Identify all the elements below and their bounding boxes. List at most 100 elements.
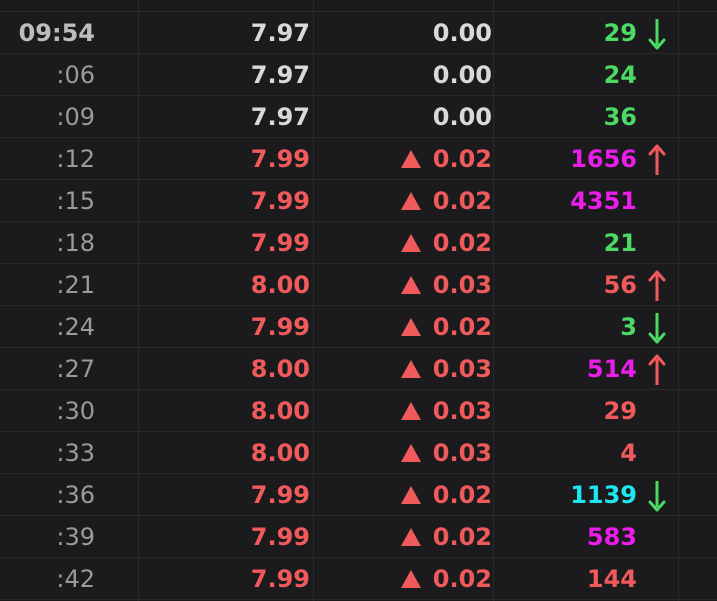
up-triangle-icon bbox=[400, 150, 421, 168]
table-row[interactable]: :24 7.99 0.02 3 bbox=[0, 306, 717, 348]
change-value: 0.02 bbox=[432, 481, 492, 509]
price-cell: 7.99 bbox=[250, 313, 310, 341]
table-row-partial bbox=[0, 0, 717, 12]
change-value: 0.02 bbox=[432, 145, 492, 173]
change-value: 0.02 bbox=[432, 313, 492, 341]
time-cell: :42 bbox=[56, 565, 95, 593]
price-cell: 7.97 bbox=[250, 61, 310, 89]
up-triangle-icon bbox=[400, 444, 421, 462]
volume-cell: 29 bbox=[603, 19, 637, 47]
price-cell: 8.00 bbox=[250, 271, 310, 299]
table-row[interactable]: :06 7.97 0.00 24 bbox=[0, 54, 717, 96]
volume-cell: 24 bbox=[603, 61, 637, 89]
volume-cell: 1656 bbox=[570, 145, 637, 173]
volume-cell: 56 bbox=[603, 271, 637, 299]
volume-cell: 3 bbox=[620, 313, 637, 341]
change-cell: 0.02 bbox=[315, 180, 492, 222]
time-cell: :30 bbox=[56, 397, 95, 425]
table-row[interactable]: :42 7.99 0.02 144 bbox=[0, 558, 717, 600]
arrow-up-icon bbox=[648, 354, 666, 385]
change-cell: 0.02 bbox=[315, 516, 492, 558]
table-row[interactable]: :36 7.99 0.02 1139 bbox=[0, 474, 717, 516]
change-value: 0.00 bbox=[432, 61, 492, 89]
price-cell: 8.00 bbox=[250, 397, 310, 425]
up-triangle-icon bbox=[400, 276, 421, 294]
time-cell: :12 bbox=[56, 145, 95, 173]
time-cell: :09 bbox=[56, 103, 95, 131]
change-value: 0.03 bbox=[432, 271, 492, 299]
price-cell: 7.99 bbox=[250, 229, 310, 257]
price-cell: 7.97 bbox=[250, 19, 310, 47]
change-value: 0.02 bbox=[432, 187, 492, 215]
table-row[interactable]: :39 7.99 0.02 583 bbox=[0, 516, 717, 558]
time-cell: :36 bbox=[56, 481, 95, 509]
time-cell: :39 bbox=[56, 523, 95, 551]
up-triangle-icon bbox=[400, 570, 421, 588]
change-value: 0.00 bbox=[432, 19, 492, 47]
change-cell: 0.00 bbox=[315, 12, 492, 54]
up-triangle-icon bbox=[400, 360, 421, 378]
arrow-down-icon bbox=[648, 481, 666, 512]
change-cell: 0.00 bbox=[315, 96, 492, 138]
volume-cell: 583 bbox=[586, 523, 637, 551]
change-value: 0.02 bbox=[432, 523, 492, 551]
table-row[interactable]: :33 8.00 0.03 4 bbox=[0, 432, 717, 474]
time-cell: :21 bbox=[56, 271, 95, 299]
volume-cell: 29 bbox=[603, 397, 637, 425]
up-triangle-icon bbox=[400, 486, 421, 504]
up-triangle-icon bbox=[400, 528, 421, 546]
change-cell: 0.00 bbox=[315, 54, 492, 96]
volume-cell: 4 bbox=[620, 439, 637, 467]
change-cell: 0.02 bbox=[315, 474, 492, 516]
price-cell: 8.00 bbox=[250, 439, 310, 467]
table-row[interactable]: :30 8.00 0.03 29 bbox=[0, 390, 717, 432]
time-cell: :24 bbox=[56, 313, 95, 341]
time-cell: :18 bbox=[56, 229, 95, 257]
table-row[interactable]: :27 8.00 0.03 514 bbox=[0, 348, 717, 390]
up-triangle-icon bbox=[400, 318, 421, 336]
table-row[interactable]: :12 7.99 0.02 1656 bbox=[0, 138, 717, 180]
time-cell: 09:54 bbox=[18, 19, 95, 47]
tick-detail-table[interactable]: 09:54 7.97 0.00 29:06 7.97 0.00 24:09 7.97 0.00 3… bbox=[0, 0, 717, 601]
table-row[interactable]: :18 7.99 0.02 21 bbox=[0, 222, 717, 264]
change-value: 0.03 bbox=[432, 355, 492, 383]
change-cell: 0.02 bbox=[315, 306, 492, 348]
volume-cell: 514 bbox=[586, 355, 637, 383]
time-cell: :27 bbox=[56, 355, 95, 383]
price-cell: 7.99 bbox=[250, 187, 310, 215]
table-row[interactable]: :09 7.97 0.00 36 bbox=[0, 96, 717, 138]
price-cell: 7.99 bbox=[250, 481, 310, 509]
price-cell: 7.99 bbox=[250, 523, 310, 551]
change-cell: 0.02 bbox=[315, 558, 492, 600]
volume-cell: 36 bbox=[603, 103, 637, 131]
volume-cell: 1139 bbox=[570, 481, 637, 509]
price-cell: 8.00 bbox=[250, 355, 310, 383]
arrow-up-icon bbox=[648, 144, 666, 175]
table-row[interactable]: :15 7.99 0.02 4351 bbox=[0, 180, 717, 222]
change-cell: 0.03 bbox=[315, 264, 492, 306]
time-cell: :33 bbox=[56, 439, 95, 467]
change-value: 0.03 bbox=[432, 397, 492, 425]
change-value: 0.02 bbox=[432, 229, 492, 257]
price-cell: 7.99 bbox=[250, 565, 310, 593]
change-cell: 0.03 bbox=[315, 432, 492, 474]
up-triangle-icon bbox=[400, 234, 421, 252]
change-value: 0.03 bbox=[432, 439, 492, 467]
change-cell: 0.03 bbox=[315, 348, 492, 390]
volume-cell: 4351 bbox=[570, 187, 637, 215]
arrow-down-icon bbox=[648, 313, 666, 344]
up-triangle-icon bbox=[400, 192, 421, 210]
price-cell: 7.99 bbox=[250, 145, 310, 173]
volume-cell: 144 bbox=[586, 565, 637, 593]
change-cell: 0.02 bbox=[315, 222, 492, 264]
up-triangle-icon bbox=[400, 402, 421, 420]
table-row[interactable]: :21 8.00 0.03 56 bbox=[0, 264, 717, 306]
arrow-up-icon bbox=[648, 270, 666, 301]
change-cell: 0.02 bbox=[315, 138, 492, 180]
table-row[interactable]: 09:54 7.97 0.00 29 bbox=[0, 12, 717, 54]
change-cell: 0.03 bbox=[315, 390, 492, 432]
change-value: 0.00 bbox=[432, 103, 492, 131]
arrow-down-icon bbox=[648, 19, 666, 50]
time-cell: :15 bbox=[56, 187, 95, 215]
time-cell: :06 bbox=[56, 61, 95, 89]
